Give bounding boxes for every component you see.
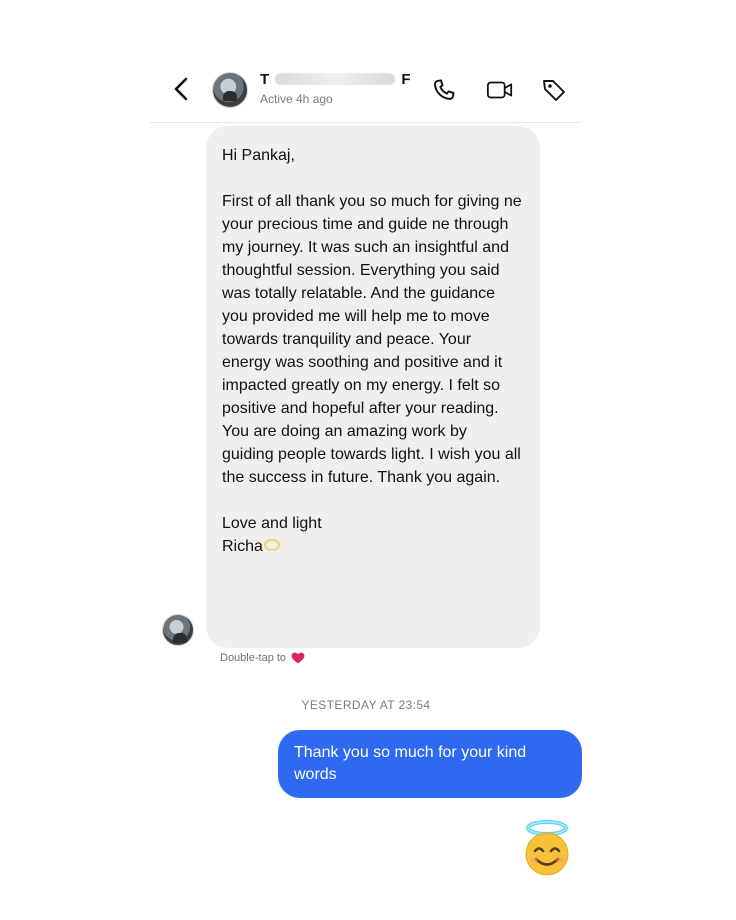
chat-screen: T F Active 4h ago Hi Pankaj, First of al… bbox=[150, 58, 582, 880]
message-body: First of all thank you so much for givin… bbox=[222, 193, 522, 486]
contact-info[interactable]: T F Active 4h ago bbox=[260, 70, 430, 107]
phone-icon[interactable] bbox=[430, 76, 458, 104]
message-timestamp: YESTERDAY AT 23:54 bbox=[301, 698, 431, 712]
video-call-icon[interactable] bbox=[486, 76, 514, 104]
tag-icon[interactable] bbox=[540, 76, 568, 104]
double-tap-hint-text: Double-tap to bbox=[220, 652, 287, 664]
back-arrow-icon[interactable] bbox=[168, 76, 194, 102]
outgoing-message-text: Thank you so much for your kind words bbox=[294, 744, 527, 783]
heart-icon bbox=[291, 652, 305, 664]
message-greeting: Hi Pankaj, bbox=[222, 147, 295, 164]
outgoing-message-bubble[interactable]: Thank you so much for your kind words bbox=[278, 730, 582, 798]
contact-name-second-initial: F bbox=[401, 70, 411, 88]
avatar[interactable] bbox=[212, 72, 248, 108]
incoming-message-bubble[interactable]: Hi Pankaj, First of all thank you so muc… bbox=[206, 126, 540, 648]
redacted-name-blur bbox=[275, 73, 396, 85]
smiling-halo-emoji-icon[interactable] bbox=[518, 820, 576, 878]
message-signature: Richa bbox=[222, 535, 522, 558]
active-status: Active 4h ago bbox=[260, 92, 333, 106]
message-signoff: Love and light bbox=[222, 515, 322, 532]
signature-text: Richa bbox=[222, 538, 263, 555]
sender-avatar[interactable] bbox=[162, 614, 194, 646]
contact-name: T F bbox=[260, 70, 430, 88]
halo-emoji-icon bbox=[263, 538, 281, 555]
double-tap-hint: Double-tap to bbox=[220, 652, 305, 664]
contact-name-initial: T bbox=[260, 70, 270, 88]
chat-header: T F Active 4h ago bbox=[150, 58, 582, 123]
